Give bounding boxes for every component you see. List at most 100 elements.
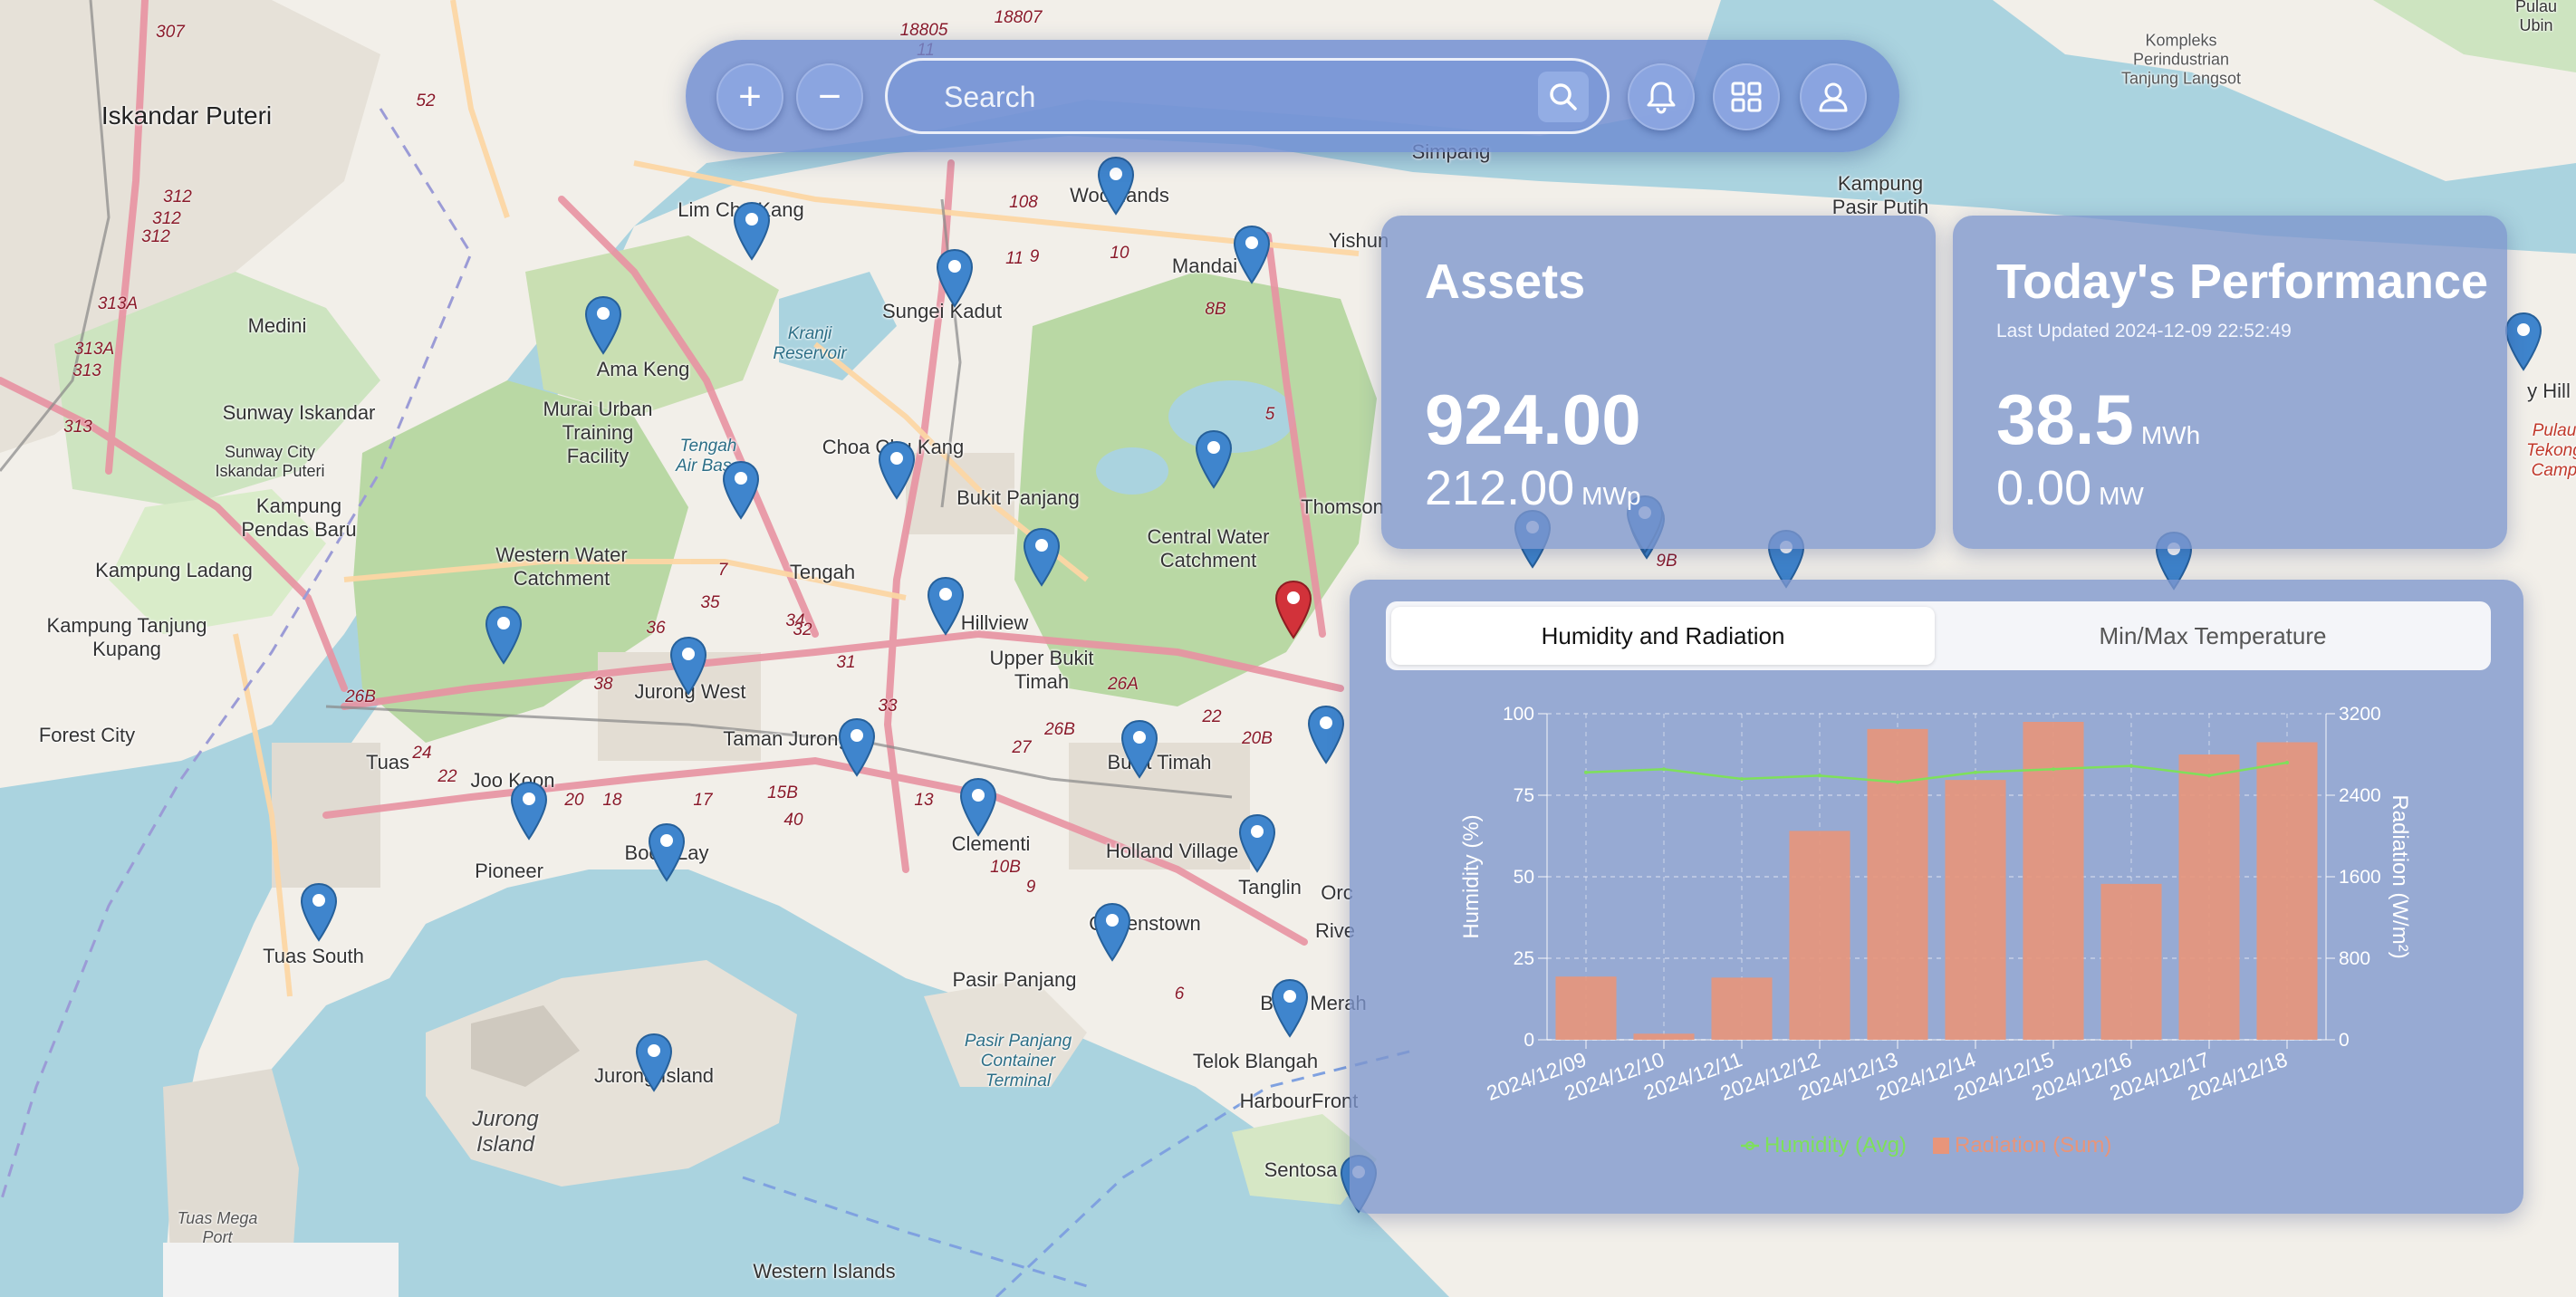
road-number-label: 312 — [141, 227, 170, 246]
location-marker[interactable] — [1270, 978, 1310, 1038]
location-marker[interactable] — [935, 248, 975, 308]
map-label: Pulau Ubin — [2514, 0, 2558, 34]
location-marker[interactable] — [1237, 813, 1277, 873]
power-value: 0.00 — [1996, 461, 2092, 515]
location-marker[interactable] — [647, 822, 687, 882]
map-label: Pasir Panjang — [952, 968, 1077, 991]
map-label: Tengah — [789, 561, 856, 583]
profile-button[interactable] — [1800, 63, 1867, 130]
zoom-in-button[interactable]: + — [716, 63, 783, 130]
road-number-label: 27 — [1012, 738, 1032, 757]
location-marker[interactable] — [1232, 225, 1272, 284]
location-marker[interactable] — [1194, 429, 1234, 489]
performance-card: Today's Performance Last Updated 2024-12… — [1953, 216, 2507, 549]
y-right-tick-label: 3200 — [2339, 704, 2381, 725]
road-number-label: 312 — [163, 187, 192, 207]
location-marker[interactable] — [1096, 156, 1136, 216]
minus-icon: − — [818, 74, 841, 119]
humidity-point — [2052, 767, 2055, 772]
power-unit: MW — [2099, 482, 2144, 510]
road-number-label: 13 — [914, 791, 934, 810]
location-marker[interactable] — [1120, 719, 1159, 779]
road-number-label: 5 — [1264, 405, 1275, 424]
location-marker[interactable] — [958, 777, 998, 837]
y-right-tick-label: 0 — [2339, 1030, 2350, 1051]
bell-icon — [1647, 82, 1676, 114]
location-marker[interactable] — [1092, 902, 1132, 962]
humidity-point — [2129, 764, 2133, 768]
location-marker[interactable] — [2504, 312, 2543, 371]
assets-value: 924.00 — [1425, 379, 1641, 459]
location-marker[interactable] — [1022, 527, 1062, 587]
map-label: Telok Blangah — [1192, 1050, 1319, 1072]
map-label: Kampung Tanjung Kupang — [46, 614, 207, 660]
location-marker[interactable] — [634, 1033, 674, 1092]
road-number-label: 6 — [1174, 985, 1185, 1004]
map-label: Central Water Catchment — [1147, 525, 1270, 572]
location-marker[interactable] — [877, 440, 917, 500]
y-tick-label: 100 — [1503, 704, 1534, 725]
road-number-label: 15B — [767, 783, 798, 802]
y-right-axis-title: Radiation (W/m²) — [2388, 794, 2412, 958]
map-label: Tuas South — [263, 945, 364, 967]
location-marker[interactable] — [299, 882, 339, 942]
location-marker[interactable] — [721, 460, 761, 520]
map-label: Sunway City Iskandar Puteri — [215, 443, 325, 480]
radiation-bar — [1945, 780, 2006, 1040]
energy-value: 38.5 — [1996, 379, 2134, 459]
search-input[interactable] — [942, 73, 1489, 120]
road-number-label: 18807 — [994, 8, 1043, 27]
location-marker[interactable] — [732, 201, 772, 261]
location-marker[interactable] — [509, 781, 549, 841]
humidity-radiation-chart: 025507510008001600240032002024/12/092024… — [1459, 704, 2412, 1158]
y-right-tick-label: 1600 — [2339, 867, 2381, 888]
location-marker[interactable] — [837, 717, 877, 777]
legend-radiation-label: Radiation (Sum) — [1955, 1133, 2111, 1158]
humidity-point — [2207, 773, 2211, 778]
map-label: y Hill — [2527, 379, 2571, 402]
road-number-label: 7 — [717, 561, 728, 580]
energy-unit: MWh — [2140, 421, 2201, 449]
map-label: Upper Bukit Timah — [989, 647, 1094, 693]
road-number-label: 9 — [1025, 878, 1036, 897]
road-number-label: 8B — [1205, 300, 1226, 319]
grid-icon — [1731, 82, 1762, 112]
dashboard-button[interactable] — [1713, 63, 1780, 130]
road-number-label: 22 — [437, 767, 457, 786]
road-number-label: 9 — [1029, 247, 1040, 266]
road-number-label: 10B — [990, 858, 1021, 877]
selected-location-marker[interactable] — [1274, 580, 1313, 639]
y-tick-label: 75 — [1514, 785, 1534, 806]
y-right-tick-label: 800 — [2339, 948, 2370, 969]
humidity-point — [1974, 770, 1977, 774]
y-tick-label: 50 — [1514, 867, 1534, 888]
humidity-point — [1662, 767, 1666, 772]
humidity-point — [1740, 777, 1744, 781]
notifications-button[interactable] — [1628, 63, 1695, 130]
humidity-point — [2285, 761, 2289, 764]
map-label: Jurong Island — [472, 1107, 539, 1157]
y-axis-title: Humidity (%) — [1459, 814, 1484, 938]
road-number-label: 313 — [72, 361, 101, 380]
map-label: Kompleks Perindustrian Tanjung Langsot — [2120, 31, 2242, 88]
road-number-label: 33 — [878, 697, 898, 716]
map-label: Western Islands — [753, 1260, 896, 1283]
radiation-bar — [1867, 728, 1928, 1040]
location-marker[interactable] — [926, 576, 966, 636]
capacity-unit: MWp — [1581, 482, 1641, 510]
map-label: Pioneer — [475, 860, 543, 882]
location-marker[interactable] — [1306, 705, 1346, 764]
search-button[interactable] — [1538, 72, 1589, 122]
location-marker[interactable] — [668, 636, 708, 696]
user-icon — [1819, 82, 1848, 112]
map-label: Western Water Catchment — [495, 543, 628, 590]
road-number-label: 36 — [646, 619, 666, 638]
zoom-out-button[interactable]: − — [796, 63, 863, 130]
map-label: Ama Keng — [596, 358, 690, 380]
location-marker[interactable] — [484, 605, 524, 665]
map-label: Sentosa — [1264, 1158, 1338, 1181]
road-number-label: 312 — [152, 209, 181, 228]
map-label: Iskandar Puteri — [101, 101, 273, 130]
location-marker[interactable] — [583, 295, 623, 355]
search-box — [885, 58, 1610, 134]
